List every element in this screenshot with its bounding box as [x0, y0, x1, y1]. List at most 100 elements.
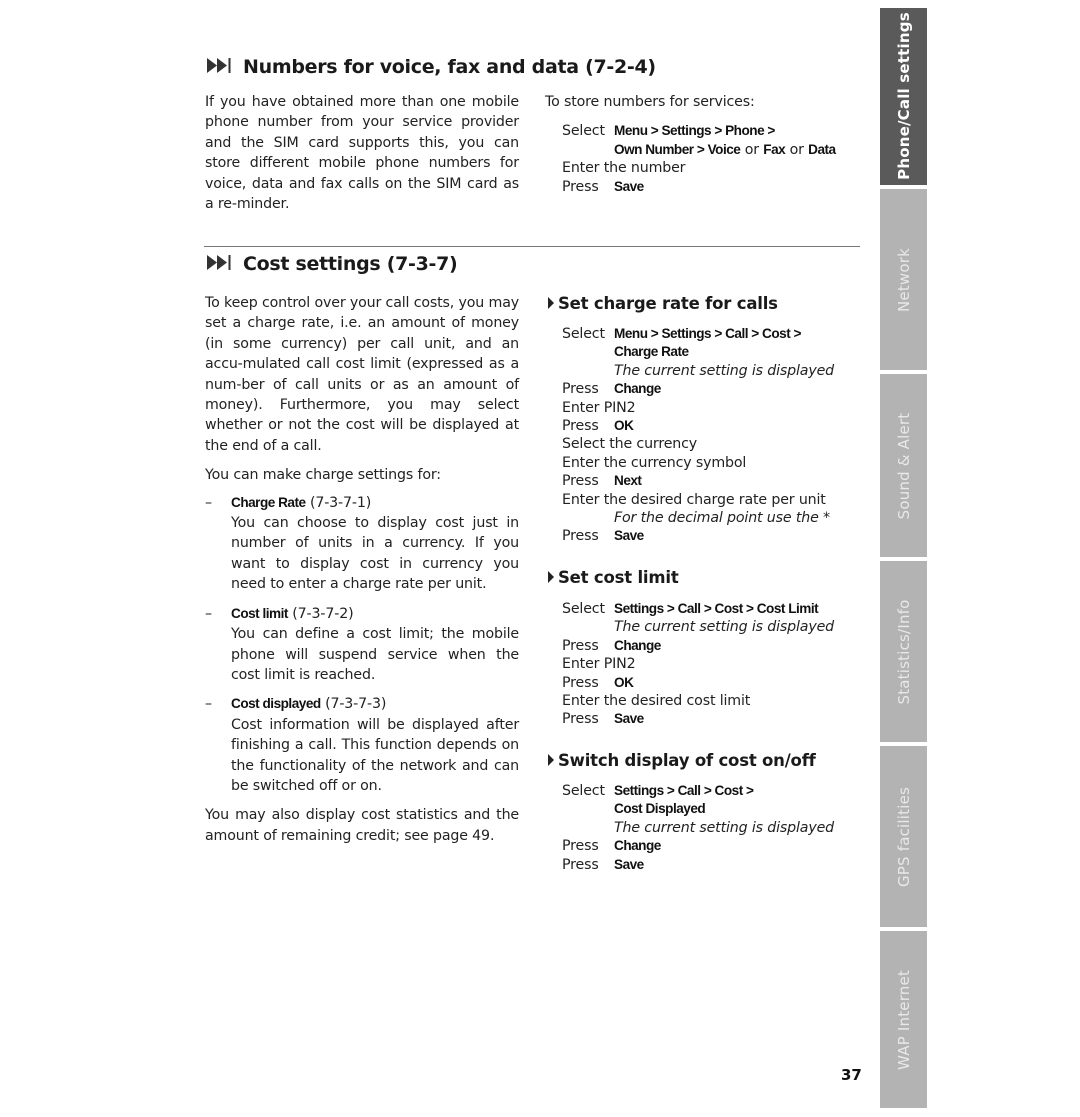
section1-steps: To store numbers for services: Select Men…: [545, 93, 865, 196]
menu-option-fax: Fax: [763, 141, 786, 157]
menu-path: Menu > Settings > Phone >: [614, 123, 775, 139]
step-label: Select: [562, 123, 605, 140]
dash-bullet: –: [205, 696, 212, 713]
menu-path: Own Number > Voice: [614, 141, 741, 157]
step-instruction: Select the currency: [562, 436, 698, 453]
side-tab-sound-alert[interactable]: Sound & Alert: [880, 374, 927, 557]
item-term: Cost displayed: [231, 696, 321, 712]
step-instruction: Enter PIN2: [562, 399, 636, 416]
subheading-text: Switch display of cost on/off: [558, 751, 816, 770]
dash-bullet: –: [205, 605, 212, 622]
menu-path: Settings > Call > Cost > Cost Limit: [614, 601, 819, 616]
section-title: Cost settings (7-3-7): [243, 253, 458, 275]
softkey-save: Save: [614, 178, 644, 194]
menu-option-data: Data: [808, 141, 836, 157]
triangle-right-icon: [548, 571, 554, 583]
switch-display-steps: Select Settings > Call > Cost > Cost Disp…: [562, 782, 862, 874]
item-code: (7-3-7-2): [287, 605, 354, 622]
tab-label: Sound & Alert: [894, 412, 913, 519]
subheading-cost-limit: Set cost limit: [548, 568, 679, 587]
side-tab-gps-facilities[interactable]: GPS facilities: [880, 746, 927, 927]
item-term: Cost limit: [231, 605, 288, 621]
softkey-save: Save: [614, 856, 644, 872]
softkey-change: Change: [614, 381, 661, 397]
step-note: The current setting is displayed: [614, 819, 834, 836]
triangle-right-icon: [548, 297, 554, 309]
charge-settings-list: – Charge Rate (7-3-7-1) You can choose t…: [205, 493, 519, 797]
softkey-ok: OK: [614, 674, 634, 690]
section-title: Numbers for voice, fax and data (7-2-4): [243, 56, 656, 78]
connector-text: or: [740, 141, 764, 158]
subheading-text: Set cost limit: [558, 568, 679, 587]
step-label: Press: [562, 418, 599, 435]
connector-text: or: [785, 141, 809, 158]
side-tab-wap-internet[interactable]: WAP Internet: [880, 931, 927, 1108]
item-code: (7-3-7-3): [320, 696, 387, 713]
body-paragraph: If you have obtained more than one mobil…: [205, 94, 519, 213]
softkey-ok: OK: [614, 418, 634, 434]
softkey-change: Change: [614, 637, 661, 653]
item-term: Charge Rate: [231, 494, 306, 510]
step-label: Press: [562, 637, 599, 654]
item-description: You can choose to display cost just in n…: [231, 515, 519, 593]
subheading-switch-display: Switch display of cost on/off: [548, 751, 816, 770]
step-label: Press: [562, 473, 599, 490]
section1-body: If you have obtained more than one mobil…: [205, 92, 519, 223]
list-item: – Charge Rate (7-3-7-1) You can choose t…: [205, 493, 519, 595]
step-label: Press: [562, 711, 599, 728]
list-item: – Cost limit (7-3-7-2) You can define a …: [205, 604, 519, 686]
tab-label: GPS facilities: [894, 786, 913, 887]
tab-label: WAP Internet: [894, 969, 913, 1070]
softkey-next: Next: [614, 473, 642, 489]
step-instruction: Enter the number: [562, 160, 686, 177]
step-label: Select: [562, 601, 605, 617]
outro-paragraph: You may also display cost statistics and…: [205, 807, 519, 844]
menu-path: Settings > Call > Cost >: [614, 783, 754, 798]
step-instruction: Enter the currency symbol: [562, 454, 747, 471]
list-item: – Cost displayed (7-3-7-3) Cost informat…: [205, 694, 519, 796]
item-description: You can define a cost limit; the mobile …: [231, 626, 519, 683]
step-instruction: Enter PIN2: [562, 656, 636, 673]
section-heading-numbers: Numbers for voice, fax and data (7-2-4): [207, 56, 656, 79]
step-label: Press: [562, 856, 599, 873]
softkey-change: Change: [614, 838, 661, 854]
item-description: Cost information will be displayed after…: [231, 716, 519, 794]
triangle-right-icon: [548, 754, 554, 766]
cost-limit-steps: Select Settings > Call > Cost > Cost Limi…: [562, 600, 862, 729]
intro-paragraph: To keep control over your call costs, yo…: [205, 295, 519, 454]
steps-intro: To store numbers for services:: [545, 94, 755, 110]
side-tab-network[interactable]: Network: [880, 189, 927, 370]
step-label: Press: [562, 674, 599, 691]
step-note: The current setting is displayed: [614, 619, 834, 636]
step-instruction: Enter the desired charge rate per unit: [562, 491, 826, 508]
softkey-save: Save: [614, 711, 644, 727]
subheading-charge-rate: Set charge rate for calls: [548, 294, 778, 313]
step-note: The current setting is displayed: [614, 362, 834, 379]
step-label: Press: [562, 178, 599, 195]
tab-label: Phone/Call settings: [894, 12, 913, 180]
can-make-text: You can make charge settings for:: [205, 467, 441, 484]
menu-path: Menu > Settings > Call > Cost >: [614, 326, 801, 341]
step-note: For the decimal point use the *: [614, 510, 830, 527]
section-divider: [204, 246, 860, 247]
step-label: Press: [562, 838, 599, 855]
item-code: (7-3-7-1): [305, 494, 372, 511]
tab-label: Statistics/Info: [894, 598, 913, 705]
step-instruction: Enter the desired cost limit: [562, 693, 751, 710]
menu-path: Charge Rate: [614, 344, 689, 360]
softkey-save: Save: [614, 528, 644, 544]
side-tab-phone-call-settings[interactable]: Phone/Call settings: [880, 8, 927, 185]
step-label: Press: [562, 381, 599, 398]
step-label: Select: [562, 326, 605, 342]
subheading-text: Set charge rate for calls: [558, 294, 778, 313]
page-number: 37: [841, 1066, 862, 1084]
dash-bullet: –: [205, 494, 212, 511]
step-label: Press: [562, 528, 599, 545]
section2-body: To keep control over your call costs, yo…: [205, 293, 519, 855]
section-heading-cost: Cost settings (7-3-7): [207, 253, 458, 276]
charge-rate-steps: Select Menu > Settings > Call > Cost > Ch…: [562, 325, 862, 546]
step-label: Select: [562, 783, 605, 799]
side-tab-statistics-info[interactable]: Statistics/Info: [880, 561, 927, 742]
tab-label: Network: [894, 247, 913, 312]
fast-forward-end-icon: [207, 57, 233, 79]
